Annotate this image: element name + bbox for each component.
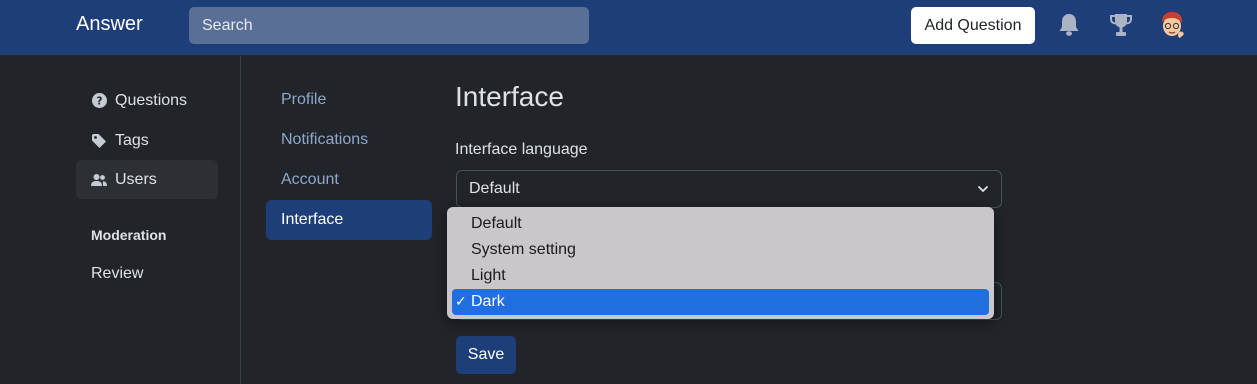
- sidebar-item-label: Questions: [115, 91, 188, 109]
- people-icon: [91, 172, 107, 188]
- settings-nav-interface[interactable]: Interface: [266, 200, 432, 240]
- top-navbar: Answer Add Question: [0, 0, 1257, 55]
- settings-nav-notifications[interactable]: Notifications: [266, 120, 432, 160]
- trophy-icon[interactable]: [1108, 11, 1134, 39]
- bell-icon[interactable]: [1056, 11, 1082, 39]
- interface-language-value: Default: [469, 180, 520, 197]
- user-avatar[interactable]: [1157, 10, 1187, 40]
- brand-logo[interactable]: Answer: [76, 13, 143, 36]
- checkmark-icon: ✓: [455, 293, 467, 309]
- interface-language-label: Interface language: [455, 141, 588, 158]
- dropdown-option-label: Dark: [471, 293, 505, 310]
- interface-language-select[interactable]: Default: [456, 170, 1002, 208]
- settings-nav-account[interactable]: Account: [266, 160, 432, 200]
- dropdown-option-light[interactable]: Light: [447, 263, 994, 289]
- add-question-button[interactable]: Add Question: [911, 7, 1035, 44]
- color-scheme-dropdown: Default System setting Light ✓ Dark: [447, 207, 994, 319]
- sidebar-item-tags[interactable]: Tags: [76, 121, 218, 160]
- question-circle-icon: ?: [91, 93, 107, 109]
- sidebar-item-users[interactable]: Users: [76, 160, 218, 199]
- settings-nav-profile[interactable]: Profile: [266, 80, 432, 120]
- save-button[interactable]: Save: [456, 336, 516, 374]
- search-input[interactable]: [189, 7, 589, 44]
- sidebar-item-label: Tags: [115, 131, 149, 149]
- page-title: Interface: [455, 81, 564, 112]
- dropdown-option-default[interactable]: Default: [447, 211, 994, 237]
- tag-icon: [91, 133, 107, 149]
- sidebar-item-questions[interactable]: ? Questions: [76, 81, 218, 120]
- sidebar-item-review[interactable]: Review: [76, 254, 218, 293]
- moderation-heading: Moderation: [91, 227, 167, 243]
- sidebar-item-label: Review: [91, 264, 144, 282]
- sidebar-item-label: Users: [115, 170, 157, 188]
- chevron-down-icon: [977, 182, 989, 200]
- dropdown-option-system-setting[interactable]: System setting: [447, 237, 994, 263]
- svg-text:?: ?: [96, 95, 102, 107]
- dropdown-option-dark[interactable]: ✓ Dark: [452, 289, 989, 315]
